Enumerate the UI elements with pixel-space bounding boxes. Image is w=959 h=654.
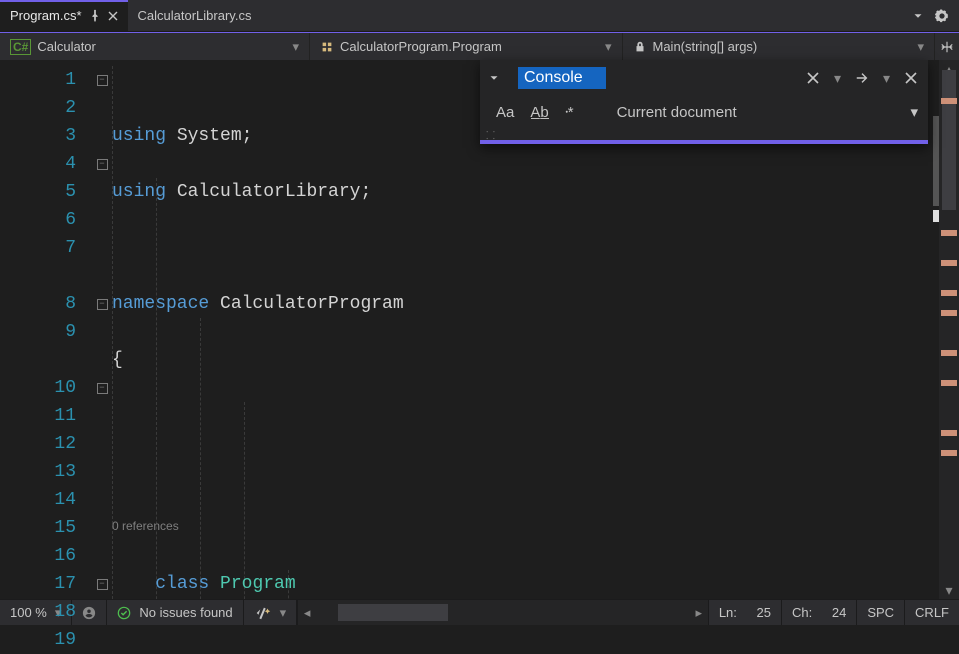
horizontal-scrollbar[interactable]: ◂ ▸: [297, 600, 709, 625]
find-panel: ▾ ▾ Aa A̲b̲ ⸱* Current document ▾ ⸬: [480, 60, 928, 144]
check-icon: [117, 606, 131, 620]
class-icon: [320, 40, 334, 54]
line-ending-mode[interactable]: CRLF: [905, 600, 959, 625]
scroll-thumb[interactable]: [942, 70, 956, 210]
nav-class-label: CalculatorProgram.Program: [340, 39, 502, 54]
split-editor-icon[interactable]: [935, 33, 959, 60]
fold-toggle[interactable]: −: [97, 159, 108, 170]
tab-label: Program.cs*: [10, 8, 82, 23]
gear-icon[interactable]: [935, 9, 949, 23]
expand-replace-icon[interactable]: [482, 71, 506, 85]
fold-toggle[interactable]: −: [97, 75, 108, 86]
search-input[interactable]: [518, 67, 606, 89]
scroll-left-icon[interactable]: ◂: [298, 600, 316, 625]
nav-project[interactable]: C# Calculator ▾: [0, 33, 310, 60]
chevron-down-icon: ▾: [917, 39, 924, 55]
document-tab-bar: Program.cs* CalculatorLibrary.cs: [0, 0, 959, 32]
find-next-icon[interactable]: [855, 71, 869, 85]
cleanup-icon[interactable]: ▾: [244, 600, 298, 625]
fold-toggle[interactable]: −: [97, 579, 108, 590]
chevron-down-icon[interactable]: ▾: [834, 70, 841, 87]
scroll-down-icon[interactable]: ▾: [939, 581, 959, 599]
caret-line[interactable]: Ln: 25: [709, 600, 782, 625]
chevron-down-icon: ▾: [292, 39, 299, 55]
scroll-right-icon[interactable]: ▸: [690, 600, 708, 625]
fold-toggle[interactable]: −: [97, 383, 108, 394]
line-number-gutter: 1 2 3 4 5 6 7 8 9 10 11 12 13 14 15 16 1…: [0, 60, 92, 599]
nav-project-label: Calculator: [37, 39, 96, 54]
vertical-scrollbar[interactable]: ▴ ▾: [939, 60, 959, 599]
indent-mode[interactable]: SPC: [857, 600, 905, 625]
close-icon[interactable]: [806, 71, 820, 85]
search-scope-label[interactable]: Current document: [617, 104, 737, 121]
match-word-toggle[interactable]: A̲b̲: [530, 104, 548, 121]
lock-icon: [633, 40, 647, 54]
nav-method-label: Main(string[] args): [653, 39, 758, 54]
nav-method[interactable]: Main(string[] args) ▾: [623, 33, 936, 60]
close-panel-icon[interactable]: [904, 71, 918, 85]
fold-toggle[interactable]: −: [97, 299, 108, 310]
chevron-down-icon: ▾: [605, 39, 612, 55]
nav-class[interactable]: CalculatorProgram.Program ▾: [310, 33, 623, 60]
navigation-bar: C# Calculator ▾ CalculatorProgram.Progra…: [0, 32, 959, 60]
tab-calculatorlibrary-cs[interactable]: CalculatorLibrary.cs: [128, 0, 262, 31]
status-bar: 100 % ▾ No issues found ▾ ◂ ▸ Ln: 25 Ch:…: [0, 599, 959, 625]
tab-program-cs[interactable]: Program.cs*: [0, 0, 128, 31]
regex-toggle[interactable]: ⸱*: [565, 102, 573, 122]
tab-label: CalculatorLibrary.cs: [138, 8, 252, 23]
chevron-down-icon[interactable]: ▾: [883, 70, 890, 87]
close-icon[interactable]: [108, 11, 118, 21]
codelens-class[interactable]: 0 references: [112, 512, 179, 540]
error-list-status[interactable]: No issues found: [107, 600, 243, 625]
csharp-icon: C#: [10, 39, 31, 55]
scroll-thumb[interactable]: [338, 604, 448, 621]
pin-icon[interactable]: [88, 9, 102, 23]
caret-char[interactable]: Ch: 24: [782, 600, 857, 625]
match-case-toggle[interactable]: Aa: [496, 104, 514, 121]
chevron-down-icon[interactable]: ▾: [910, 103, 918, 121]
fold-gutter: − − − − −: [92, 60, 112, 599]
chevron-down-icon[interactable]: [911, 9, 925, 23]
